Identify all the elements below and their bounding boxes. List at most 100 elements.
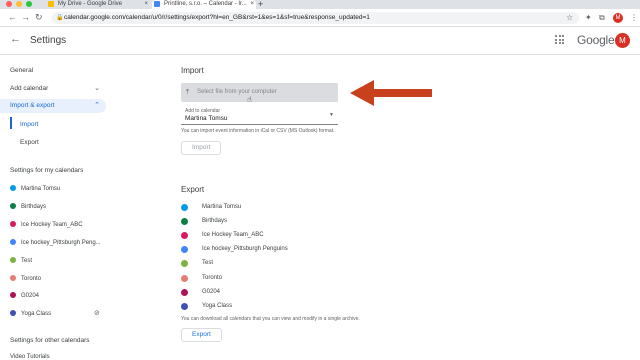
browser-tab-drive[interactable]: My Drive - Google Drive × [46,0,150,9]
calendar-color-dot [10,292,16,298]
close-tab-icon[interactable]: × [144,0,148,8]
close-tab-icon[interactable]: × [250,0,254,8]
calendar-color-dot [181,218,188,225]
sidebar-other-calendar-item[interactable]: Video Tutorials [10,354,50,360]
calendar-name: Ice Hockey Team_ABC [202,232,264,238]
calendar-color-dot [181,204,188,211]
import-help-text: You can import event information in iCal… [181,128,335,134]
chevron-up-icon: ⌃ [94,102,100,109]
more-vert-icon[interactable]: ⋮ [630,13,638,23]
back-arrow-icon[interactable]: ← [8,12,17,22]
calendar-name: Martina Tomsu [21,186,61,192]
export-heading: Export [181,185,205,194]
browser-tab-calendar[interactable]: Printline, s.r.o. – Calendar - Ir... × [152,0,256,9]
sidebar-item-label: Import & export [10,102,55,109]
export-help-text: You can download all calendars that you … [181,316,360,322]
page-title: Settings [30,35,67,46]
calendar-name: Birthdays [202,218,228,224]
calendar-color-dot [181,246,188,253]
sidebar-calendar-item[interactable]: Test [10,257,32,264]
select-file-label: Select file from your computer [197,89,277,95]
export-button[interactable]: Export [181,328,222,342]
tab-title: Printline, s.r.o. – Calendar - Ir... [164,1,247,7]
window-controls [6,1,32,7]
puzzle-icon[interactable]: ⧉ [599,13,605,23]
dropdown-caret-icon: ▼ [329,112,334,118]
select-value: Martina Tomsu [185,115,228,122]
sidebar-item-label: Add calendar [10,85,49,92]
calendar-color-dot [181,289,188,296]
sidebar-calendar-item[interactable]: Ice Hockey Team_ABC [10,221,83,228]
google-logo: Google [577,33,615,47]
browser-profile-avatar[interactable]: M [613,13,623,23]
calendar-name: Ice Hockey Team_ABC [21,222,83,228]
import-button[interactable]: Import [181,141,222,155]
select-label: Add to calendar [185,108,221,114]
google-calendar-icon [154,1,160,7]
calendar-name: Test [202,260,214,266]
add-to-calendar-select[interactable]: Add to calendar Martina Tomsu ▼ [181,106,338,125]
google-drive-icon [48,1,54,7]
sidebar-item-add-calendar[interactable]: Add calendar ⌄ [0,82,106,96]
browser-toolbar: ← → ↻ 🔒 calendar.google.com/calendar/u/0… [0,9,640,27]
calendar-name: G0204 [202,289,221,295]
settings-header: ← Settings Google M [0,27,640,55]
calendar-name: Ice hockey_Pittsburgh Peng... [21,240,101,246]
eye-off-icon[interactable]: ⊘ [94,309,100,317]
browser-tab-strip: My Drive - Google Drive × Printline, s.r… [0,0,640,9]
sidebar-item-label: General [10,67,34,74]
bookmark-star-icon[interactable]: ☆ [566,13,573,23]
calendar-color-dot [181,260,188,267]
calendar-color-dot [181,303,188,310]
sidebar-calendar-item[interactable]: Yoga Class [10,310,51,317]
calendar-color-dot [10,275,16,281]
sidebar-item-import[interactable]: Import [20,121,38,128]
sidebar-calendar-item[interactable]: Birthdays [10,203,46,210]
account-avatar[interactable]: M [615,33,630,48]
back-arrow-icon[interactable]: ← [10,33,21,45]
zoom-window-button[interactable] [26,1,32,7]
forward-arrow-icon[interactable]: → [21,12,30,22]
calendar-name: Toronto [202,275,223,281]
tab-title: My Drive - Google Drive [58,1,123,7]
calendar-name: Martina Tomsu [202,204,242,210]
arrow-shape [350,80,432,106]
calendar-color-dot [10,203,16,209]
apps-grid-icon[interactable] [555,35,564,44]
url-text: calendar.google.com/calendar/u/0/r/setti… [64,14,370,21]
minimize-window-button[interactable] [16,1,22,7]
address-bar[interactable]: 🔒 calendar.google.com/calendar/u/0/r/set… [52,12,579,24]
upload-icon: ⤒ [186,89,190,96]
new-tab-button[interactable]: + [258,0,263,9]
calendar-name: Test [21,258,33,264]
sidebar-calendar-item[interactable]: Martina Tomsu [10,185,60,192]
calendar-name: Toronto [21,276,42,282]
extension-icon[interactable]: ✦ [585,13,592,23]
select-file-button[interactable]: ⤒ Select file from your computer [181,83,338,102]
lock-icon: 🔒 [56,15,64,21]
close-window-button[interactable] [6,1,12,7]
my-calendars-heading: Settings for my calendars [10,167,84,174]
active-indicator [10,117,12,129]
calendar-name: Birthdays [21,204,47,210]
chevron-down-icon: ⌄ [94,85,100,92]
reload-icon[interactable]: ↻ [35,12,43,22]
calendar-color-dot [10,257,16,263]
sidebar-item-import-export[interactable]: Import & export ⌃ [0,99,106,113]
calendar-name: Ice hockey_Pittsburgh Penguins [202,246,288,252]
calendar-name: G0204 [21,293,40,299]
sidebar-calendar-item[interactable]: Ice hockey_Pittsburgh Peng... [10,239,101,246]
annotation-arrow-icon [350,80,432,106]
calendar-color-dot [181,232,188,239]
sidebar-calendar-item[interactable]: G0204 [10,292,39,299]
import-heading: Import [181,66,204,75]
sidebar-item-general[interactable]: General [0,64,106,78]
mouse-pointer-icon: ☝ [247,95,252,104]
settings-sidebar: General Add calendar ⌄ Import & export ⌃… [0,55,110,360]
calendar-color-dot [10,239,16,245]
sidebar-item-export[interactable]: Export [20,139,39,146]
calendar-color-dot [181,275,188,282]
sidebar-calendar-item[interactable]: Toronto [10,275,41,282]
other-calendars-heading: Settings for other calendars [10,337,90,344]
calendar-name: Yoga Class [21,311,52,317]
